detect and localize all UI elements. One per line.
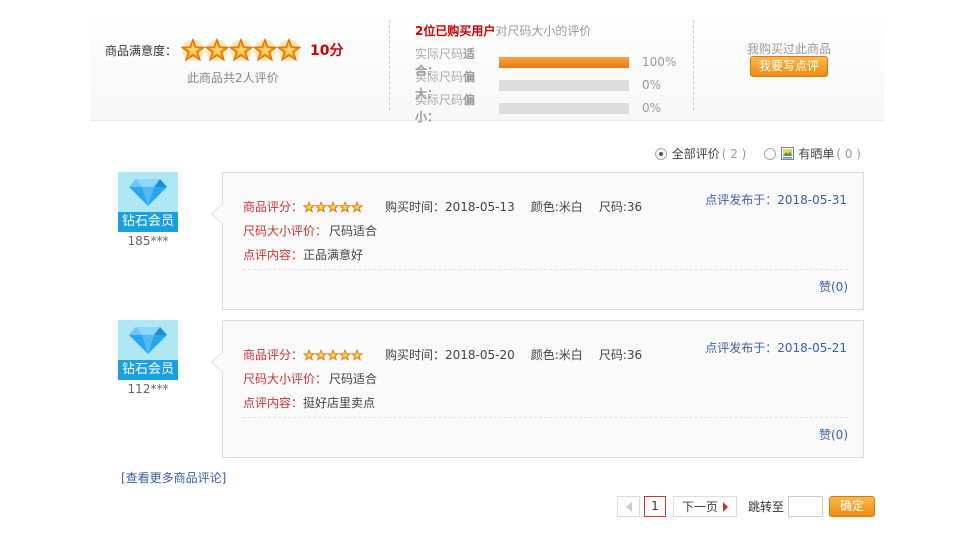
star-icon [338,348,352,361]
size-evaluation-title: 2位已购买用户对尺码大小的评价 [415,22,591,39]
product-size: 尺码:36 [598,200,643,214]
next-page-label: 下一页 [681,500,718,514]
diamond-icon [118,320,178,360]
star-icon [276,37,302,62]
content-value: 正品满意好 [303,248,364,262]
review-size-line: 尺码大小评价： 尺码适合 [243,222,377,239]
size-eval-value: 尺码适合 [329,224,378,238]
size-title-rest: 对尺码大小的评价 [495,24,592,38]
page-number-current[interactable]: 1 [644,496,666,517]
size-eval-value: 尺码适合 [329,372,378,386]
product-size: 尺码:36 [598,348,643,362]
radio-unselected-icon[interactable] [764,147,777,160]
reviewer-avatar: 钻石会员 185*** [118,172,178,248]
review-rating-line: 商品评分： 购买时间：2018-05-13 颜色:米白 尺码:36 [243,198,642,215]
review-rating-line: 商品评分： 购买时间：2018-05-20 颜色:米白 尺码:36 [243,346,642,363]
purchase-time: 购买时间：2018-05-13 [385,200,515,214]
divider [243,269,848,270]
total-reviews-text: 此商品共2人评价 [187,71,279,85]
size-progress-bar [499,102,629,114]
review-content-line: 点评内容： 正品满意好 [243,246,363,263]
like-button[interactable]: 赞(0) [819,278,848,295]
review-card: 商品评分： 购买时间：2018-05-13 颜色:米白 尺码:36 尺码大小评价… [211,172,864,310]
reviewer-name: 185*** [127,234,169,248]
like-button[interactable]: 赞(0) [819,426,848,443]
size-progress-bar [499,56,629,68]
star-icon [302,200,316,213]
chevron-left-icon [625,501,632,512]
satisfaction-stars [180,37,302,62]
pagination: 1 下一页 跳转至 确定 [617,496,876,517]
size-percent: 0% [642,78,662,92]
content-label: 点评内容： [243,248,304,262]
reviewer-avatar: 钻石会员 112*** [118,320,178,396]
content-label: 点评内容： [243,396,304,410]
filter-all-reviews[interactable]: 全部评价 ( 2 ) [654,145,747,162]
star-icon [314,348,328,361]
review-card: 商品评分： 购买时间：2018-05-20 颜色:米白 尺码:36 尺码大小评价… [211,320,864,458]
more-reviews-link[interactable]: [查看更多商品评论] [121,469,226,486]
write-review-button[interactable]: 我要写点评 [750,56,828,77]
confirm-jump-button[interactable]: 确定 [829,496,876,517]
photo-icon [781,147,795,160]
prev-page-button[interactable] [617,496,640,517]
divider [693,20,694,110]
bought-product-text: 我购买过此商品 [747,42,832,56]
next-page-button[interactable]: 下一页 [673,496,737,517]
product-color: 颜色:米白 [530,200,583,214]
diamond-icon [118,172,178,212]
size-progress-bar [499,79,629,91]
rating-label: 商品评分： [243,348,304,362]
star-icon [228,37,254,62]
star-icon [314,200,328,213]
satisfaction-label: 商品满意度： [105,43,178,58]
size-percent: 0% [642,101,662,115]
review-posted-date: 点评发布于：2018-05-31 [705,193,847,207]
review-content-line: 点评内容： 挺好店里卖点 [243,394,375,411]
review-size-line: 尺码大小评价： 尺码适合 [243,370,377,387]
size-row-small: 实际尺码偏小： 0% [415,91,661,125]
radio-selected-icon[interactable] [654,147,667,160]
star-icon [326,348,340,361]
star-icon [350,200,364,213]
star-icon [350,348,364,361]
rating-label: 商品评分： [243,200,304,214]
jump-to-label: 跳转至 [748,500,785,514]
review-stars [302,348,364,361]
member-badge: 钻石会员 [118,360,178,380]
member-badge: 钻石会员 [118,212,178,232]
satisfaction-row: 商品满意度： 10分 [105,37,344,62]
product-color: 颜色:米白 [530,348,583,362]
star-icon [204,37,230,62]
filter-all-count: ( 2 ) [721,146,747,161]
divider [389,20,390,110]
purchase-time: 购买时间：2018-05-20 [385,348,515,362]
star-icon [180,37,206,62]
arrow-right-icon [723,501,728,512]
satisfaction-score: 10分 [310,43,344,59]
filter-with-photos[interactable]: 有晒单 ( 0 ) [764,145,861,162]
reviewer-name: 112*** [127,382,169,396]
jump-page-input[interactable] [788,496,824,517]
star-icon [338,200,352,213]
content-value: 挺好店里卖点 [303,396,376,410]
size-title-highlight: 2位已购买用户 [415,24,496,38]
review-stars [302,200,364,213]
star-icon [252,37,278,62]
rating-summary-panel: 商品满意度： 10分 此商品共2人评价 2位已购买用户对尺码大小的评价 实际尺码… [90,12,884,124]
divider [243,417,848,418]
filter-photo-label: 有晒单 [798,147,835,161]
size-percent: 100% [642,55,677,69]
filter-all-label: 全部评价 [671,147,720,161]
size-eval-label: 尺码大小评价： [243,372,328,386]
review-posted-date: 点评发布于：2018-05-21 [705,341,847,355]
size-row-label: 实际尺码偏小： [415,93,476,124]
review-filter: 全部评价 ( 2 ) 有晒单 ( 0 ) [654,145,861,162]
size-eval-label: 尺码大小评价： [243,224,328,238]
filter-photo-count: ( 0 ) [836,146,861,161]
star-icon [302,348,316,361]
star-icon [326,200,340,213]
